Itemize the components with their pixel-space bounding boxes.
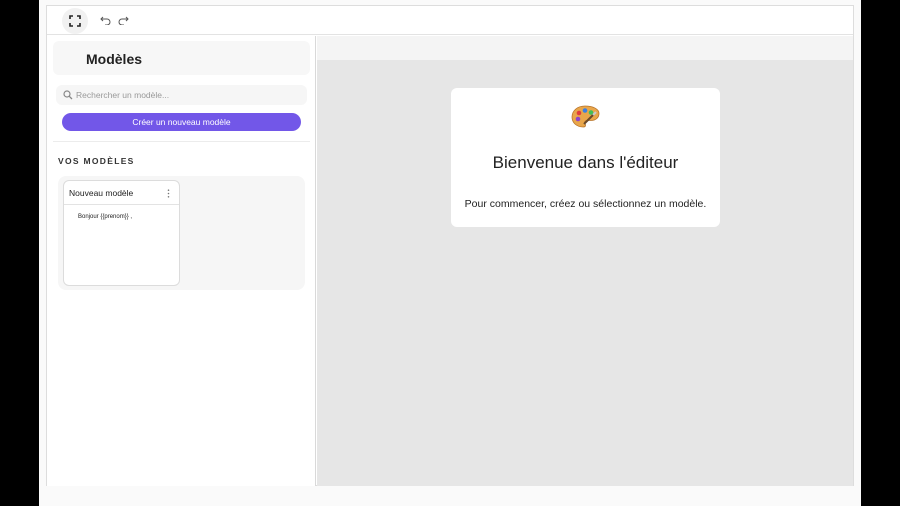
template-preview: Bonjour {{prenom}} ,: [78, 214, 133, 220]
template-card-header: Nouveau modèle: [64, 181, 179, 205]
template-menu-button[interactable]: [163, 187, 173, 199]
welcome-card: Bienvenue dans l'éditeur Pour commencer,…: [451, 88, 720, 227]
more-vertical-icon: [167, 188, 169, 198]
template-name: Nouveau modèle: [69, 188, 134, 198]
expand-icon: [69, 15, 81, 27]
editor-canvas: Bienvenue dans l'éditeur Pour commencer,…: [317, 36, 853, 486]
sidebar-title: Modèles: [86, 51, 143, 67]
sidebar-header: Modèles: [53, 41, 310, 75]
create-template-button[interactable]: Créer un nouveau modèle: [62, 113, 301, 131]
editor-app: Modèles Créer un nouveau modèle VOS MODÈ…: [46, 5, 854, 486]
undo-button[interactable]: [98, 13, 112, 27]
browser-frame: Modèles Créer un nouveau modèle VOS MODÈ…: [39, 0, 861, 506]
search-icon: [63, 90, 73, 100]
search-box[interactable]: [56, 85, 307, 105]
palette-icon: [571, 105, 600, 128]
undo-icon: [99, 16, 110, 25]
welcome-title: Bienvenue dans l'éditeur: [492, 153, 679, 172]
top-toolbar: [47, 6, 853, 35]
redo-button[interactable]: [116, 13, 130, 27]
search-input[interactable]: [76, 87, 302, 103]
template-card[interactable]: Nouveau modèle Bonjour {{prenom}} ,: [63, 180, 180, 286]
canvas-top-strip: [317, 36, 853, 60]
redo-icon: [118, 16, 129, 25]
welcome-text: Pour commencer, créez ou sélectionnez un…: [464, 198, 707, 210]
sidebar-divider: [53, 141, 310, 142]
templates-sidebar: Modèles Créer un nouveau modèle VOS MODÈ…: [47, 36, 316, 486]
fullscreen-button[interactable]: [62, 8, 88, 34]
templates-list: Nouveau modèle Bonjour {{prenom}} ,: [58, 176, 305, 290]
section-label: VOS MODÈLES: [58, 156, 135, 166]
